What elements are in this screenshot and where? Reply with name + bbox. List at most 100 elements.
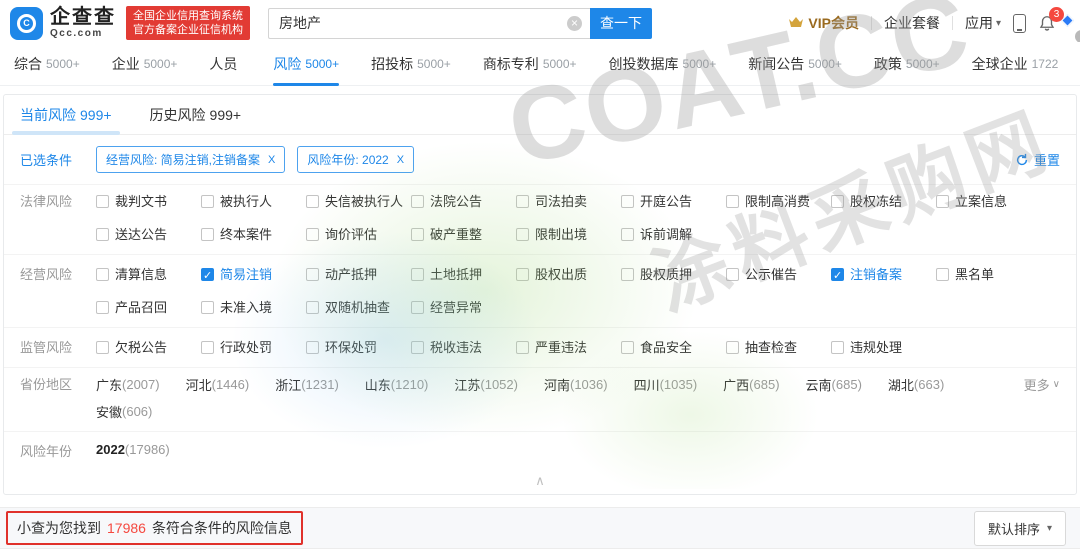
checkbox-icon[interactable] <box>516 228 529 241</box>
checkbox-icon[interactable] <box>201 228 214 241</box>
province-filter[interactable]: 河南 (1036) <box>544 375 608 394</box>
checkbox-icon[interactable] <box>306 228 319 241</box>
vip-member-link[interactable]: VIP会员 <box>788 13 859 33</box>
risk-filter-checkbox[interactable]: 股权质押 <box>621 265 718 284</box>
risk-filter-checkbox[interactable]: 终本案件 <box>201 225 298 244</box>
risk-filter-checkbox[interactable]: 公示催告 <box>726 265 823 284</box>
selected-filter-tag[interactable]: 经营风险: 简易注销,注销备案 X <box>96 146 285 173</box>
checkbox-icon[interactable] <box>411 301 424 314</box>
nav-tab[interactable]: 政策 5000+ <box>874 42 940 86</box>
checkbox-icon[interactable] <box>726 195 739 208</box>
nav-tab[interactable]: 人员 <box>209 42 241 86</box>
risk-filter-checkbox[interactable]: 司法拍卖 <box>516 192 613 211</box>
checkbox-icon[interactable] <box>726 341 739 354</box>
risk-filter-checkbox[interactable]: 环保处罚 <box>306 338 403 357</box>
province-filter[interactable]: 江苏 (1052) <box>454 375 518 394</box>
risk-filter-checkbox[interactable]: 立案信息 <box>936 192 1033 211</box>
enterprise-plans-link[interactable]: 企业套餐 <box>884 13 940 33</box>
risk-filter-checkbox[interactable]: 限制高消费 <box>726 192 823 211</box>
checkbox-icon[interactable] <box>306 268 319 281</box>
sort-dropdown-button[interactable]: 默认排序 ▾ <box>974 511 1066 546</box>
checkbox-icon[interactable] <box>516 195 529 208</box>
checkbox-icon[interactable] <box>411 228 424 241</box>
risk-filter-checkbox[interactable]: 行政处罚 <box>201 338 298 357</box>
risk-filter-checkbox[interactable]: 失信被执行人 <box>306 192 403 211</box>
checkbox-icon[interactable] <box>831 268 844 281</box>
risk-filter-checkbox[interactable]: 税收违法 <box>411 338 508 357</box>
risk-filter-checkbox[interactable]: 限制出境 <box>516 225 613 244</box>
risk-filter-checkbox[interactable]: 动产抵押 <box>306 265 403 284</box>
checkbox-icon[interactable] <box>306 301 319 314</box>
risk-filter-checkbox[interactable]: 法院公告 <box>411 192 508 211</box>
close-icon[interactable]: X <box>268 154 275 166</box>
risk-filter-checkbox[interactable]: 严重违法 <box>516 338 613 357</box>
apps-dropdown[interactable]: 应用 ▾ <box>965 13 1001 33</box>
close-icon[interactable]: X <box>397 154 404 166</box>
province-filter[interactable]: 山东 (1210) <box>365 375 429 394</box>
risk-filter-checkbox[interactable]: 询价评估 <box>306 225 403 244</box>
risk-filter-checkbox[interactable]: 诉前调解 <box>621 225 718 244</box>
checkbox-icon[interactable] <box>726 268 739 281</box>
checkbox-icon[interactable] <box>96 301 109 314</box>
risk-filter-checkbox[interactable]: 违规处理 <box>831 338 928 357</box>
checkbox-icon[interactable] <box>96 341 109 354</box>
checkbox-icon[interactable] <box>96 268 109 281</box>
checkbox-icon[interactable] <box>306 195 319 208</box>
checkbox-icon[interactable] <box>621 341 634 354</box>
checkbox-icon[interactable] <box>621 268 634 281</box>
risk-filter-checkbox[interactable]: 欠税公告 <box>96 338 193 357</box>
risk-filter-checkbox[interactable]: 破产重整 <box>411 225 508 244</box>
checkbox-icon[interactable] <box>411 268 424 281</box>
checkbox-icon[interactable] <box>411 341 424 354</box>
province-filter[interactable]: 四川 (1035) <box>634 375 698 394</box>
risk-filter-checkbox[interactable]: 抽查检查 <box>726 338 823 357</box>
risk-filter-checkbox[interactable]: 未准入境 <box>201 298 298 317</box>
year-filter[interactable]: 2022 (17986) <box>96 442 170 457</box>
nav-tab[interactable]: 新闻公告 5000+ <box>748 42 842 86</box>
risk-filter-checkbox[interactable]: 双随机抽查 <box>306 298 403 317</box>
nav-tab[interactable]: 全球企业 1722 <box>972 42 1059 86</box>
nav-tab[interactable]: 商标专利 5000+ <box>483 42 577 86</box>
checkbox-icon[interactable] <box>306 341 319 354</box>
province-filter[interactable]: 安徽 (606) <box>96 402 152 421</box>
risk-filter-checkbox[interactable]: 股权冻结 <box>831 192 928 211</box>
risk-filter-checkbox[interactable]: 开庭公告 <box>621 192 718 211</box>
province-filter[interactable]: 浙江 (1231) <box>275 375 339 394</box>
search-input[interactable] <box>268 8 590 39</box>
province-filter[interactable]: 河北 (1446) <box>186 375 250 394</box>
checkbox-icon[interactable] <box>831 195 844 208</box>
search-clear-icon[interactable]: × <box>567 16 582 31</box>
nav-tab[interactable]: 招投标 5000+ <box>371 42 451 86</box>
risk-filter-checkbox[interactable]: 产品召回 <box>96 298 193 317</box>
checkbox-icon[interactable] <box>201 301 214 314</box>
reset-filters-button[interactable]: 重置 <box>1015 150 1060 169</box>
search-button[interactable]: 查一下 <box>590 8 652 39</box>
nav-tab[interactable]: 创投数据库 5000+ <box>609 42 717 86</box>
risk-filter-checkbox[interactable]: 被执行人 <box>201 192 298 211</box>
checkbox-icon[interactable] <box>201 195 214 208</box>
nav-tab[interactable]: 企业 5000+ <box>112 42 178 86</box>
selected-filter-tag[interactable]: 风险年份: 2022 X <box>297 146 414 173</box>
risk-filter-checkbox[interactable]: 经营异常 <box>411 298 508 317</box>
province-filter[interactable]: 湖北 (663) <box>888 375 944 394</box>
checkbox-icon[interactable] <box>96 228 109 241</box>
risk-filter-checkbox[interactable]: 股权出质 <box>516 265 613 284</box>
checkbox-icon[interactable] <box>201 341 214 354</box>
checkbox-icon[interactable] <box>411 195 424 208</box>
risk-filter-checkbox[interactable]: 简易注销 <box>201 265 298 284</box>
more-provinces-link[interactable]: 更多 ∨ <box>1024 375 1060 394</box>
risk-filter-checkbox[interactable]: 食品安全 <box>621 338 718 357</box>
checkbox-icon[interactable] <box>936 268 949 281</box>
qcc-logo[interactable]: C 企查查 Qcc.com <box>10 7 116 40</box>
checkbox-icon[interactable] <box>201 268 214 281</box>
risk-filter-checkbox[interactable]: 送达公告 <box>96 225 193 244</box>
risk-filter-checkbox[interactable]: 注销备案 <box>831 265 928 284</box>
checkbox-icon[interactable] <box>831 341 844 354</box>
risk-filter-checkbox[interactable]: 黑名单 <box>936 265 1033 284</box>
nav-tab[interactable]: 风险 5000+ <box>273 42 339 86</box>
tab-history-risk[interactable]: 历史风险 999+ <box>150 95 242 135</box>
checkbox-icon[interactable] <box>516 268 529 281</box>
collapse-panel-button[interactable]: ∧ <box>4 468 1076 494</box>
mobile-app-button[interactable] <box>1013 14 1026 33</box>
province-filter[interactable]: 广西 (685) <box>723 375 779 394</box>
